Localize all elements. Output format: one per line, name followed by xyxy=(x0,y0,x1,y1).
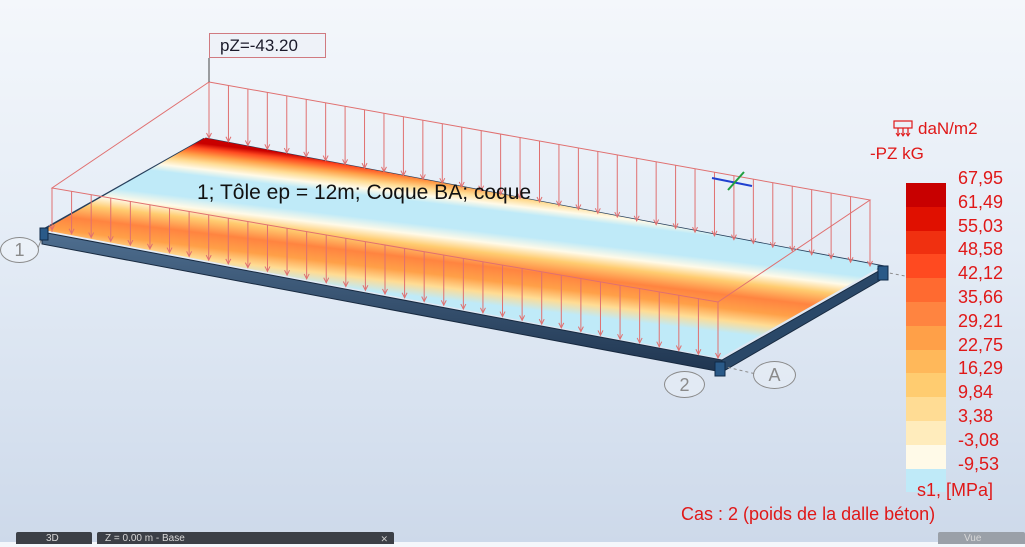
legend-load-type-label: -PZ kG xyxy=(870,144,924,163)
tab-3d[interactable]: 3D xyxy=(16,532,92,544)
legend-value: 61,49 xyxy=(958,191,1004,212)
legend-value: 16,29 xyxy=(958,358,1004,379)
legend-value: 35,66 xyxy=(958,286,1004,307)
local-axis-marker xyxy=(711,171,753,191)
axis-bubble-1: 1 xyxy=(0,237,39,263)
legend-swatch xyxy=(906,206,946,231)
legend-swatch xyxy=(906,397,946,421)
legend-value: 48,58 xyxy=(958,239,1004,260)
legend-swatch xyxy=(906,183,946,207)
tab-view[interactable]: Vue xyxy=(938,532,1025,544)
tab-base[interactable]: Z = 0.00 m - Base ✕ xyxy=(97,532,394,544)
legend-swatch xyxy=(906,230,946,255)
legend-value: 3,38 xyxy=(958,405,994,426)
legend-value: -9,53 xyxy=(958,453,1000,474)
legend-unit-label: daN/m2 xyxy=(918,119,978,138)
result-type-label: s1, [MPa] xyxy=(917,480,994,500)
legend-value: 67,95 xyxy=(958,168,1004,188)
tab-label: 3D xyxy=(46,533,59,544)
axis-bubble-2: 2 xyxy=(664,371,705,398)
panel-title-label: 1; Tôle ep = 12m; Coque BA; coque xyxy=(197,181,532,204)
close-icon[interactable]: ✕ xyxy=(380,532,388,544)
legend-values: 67,95 61,49 55,03 48,58 42,12 35,66 29,21 22,75… xyxy=(958,167,1003,476)
legend-value: -3,08 xyxy=(958,429,1000,450)
legend-swatch xyxy=(906,420,946,445)
view-tabs: 3D Z = 0.00 m - Base ✕ Vue xyxy=(0,530,1025,544)
legend-swatch xyxy=(906,278,946,302)
legend-swatch xyxy=(906,444,946,469)
legend-color-scale xyxy=(906,183,946,493)
legend-value: 42,12 xyxy=(958,263,1004,284)
support-node[interactable] xyxy=(714,361,726,377)
axis-bubble-a: A xyxy=(753,361,796,389)
legend-value: 55,03 xyxy=(958,215,1004,236)
legend-value: 22,75 xyxy=(958,334,1004,355)
support-node[interactable] xyxy=(39,227,49,241)
tab-label: Z = 0.00 m - Base xyxy=(105,533,185,544)
tab-label: Vue xyxy=(964,533,982,544)
load-case-label: Cas : 2 (poids de la dalle béton) xyxy=(681,504,936,524)
support-node[interactable] xyxy=(877,265,889,281)
structure-view xyxy=(37,58,906,377)
legend-value: 29,21 xyxy=(958,310,1004,331)
load-pattern-icon xyxy=(893,120,913,137)
legend-swatch xyxy=(906,373,946,398)
legend-swatch xyxy=(906,325,946,350)
3d-viewport[interactable]: pZ=-43.20 1; Tôle ep = 12m; Coque BA; co… xyxy=(0,0,1025,544)
legend-value: 9,84 xyxy=(958,382,994,403)
legend-swatch xyxy=(906,349,946,374)
legend-swatch xyxy=(906,254,946,279)
legend-swatch xyxy=(906,301,946,326)
load-value-label: pZ=-43.20 xyxy=(209,33,326,58)
